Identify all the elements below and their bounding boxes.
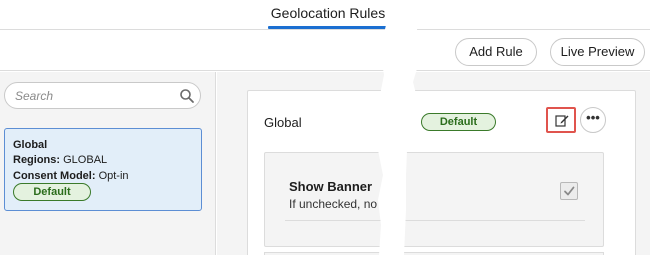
more-actions-button[interactable]: ••• — [580, 107, 606, 133]
edit-button[interactable] — [546, 107, 576, 133]
default-badge: Default — [13, 183, 91, 201]
search-input[interactable] — [15, 87, 175, 105]
live-preview-button[interactable]: Live Preview — [550, 38, 645, 66]
rule-title: Global — [13, 139, 48, 151]
action-bar: Add Rule Live Preview — [0, 31, 650, 71]
rule-consent-label: Consent Model: — [13, 170, 96, 182]
search-icon[interactable] — [179, 88, 195, 104]
show-banner-checkbox[interactable] — [560, 182, 578, 200]
rule-regions-label: Regions: — [13, 154, 61, 166]
rule-regions-value: GLOBAL — [63, 154, 108, 166]
detail-title: Global — [264, 115, 302, 130]
setting-section: Show Banner If unchecked, no b — [264, 152, 604, 247]
edit-icon — [555, 115, 569, 127]
search-box[interactable] — [4, 82, 201, 109]
setting-description: If unchecked, no b — [289, 197, 388, 211]
detail-default-badge: Default — [421, 113, 496, 131]
setting-row: Show Banner If unchecked, no b — [285, 173, 585, 221]
top-tab-bar: Geolocation Rules — [0, 0, 650, 30]
rule-regions: Regions: GLOBAL — [13, 154, 107, 166]
rule-detail-area: Global Default ••• Show Banner If unchec… — [217, 72, 650, 255]
rules-sidebar: Global Regions: GLOBAL Consent Model: Op… — [0, 72, 216, 255]
rule-consent-model: Consent Model: Opt-in — [13, 170, 129, 182]
checkmark-icon — [564, 186, 575, 196]
setting-title: Show Banner — [289, 179, 373, 194]
add-rule-button[interactable]: Add Rule — [455, 38, 537, 66]
rule-detail-card: Global Default ••• Show Banner If unchec… — [247, 90, 636, 255]
active-tab-indicator — [268, 26, 388, 29]
rule-consent-value: Opt-in — [98, 170, 129, 182]
rule-list-item-global[interactable]: Global Regions: GLOBAL Consent Model: Op… — [4, 128, 202, 211]
